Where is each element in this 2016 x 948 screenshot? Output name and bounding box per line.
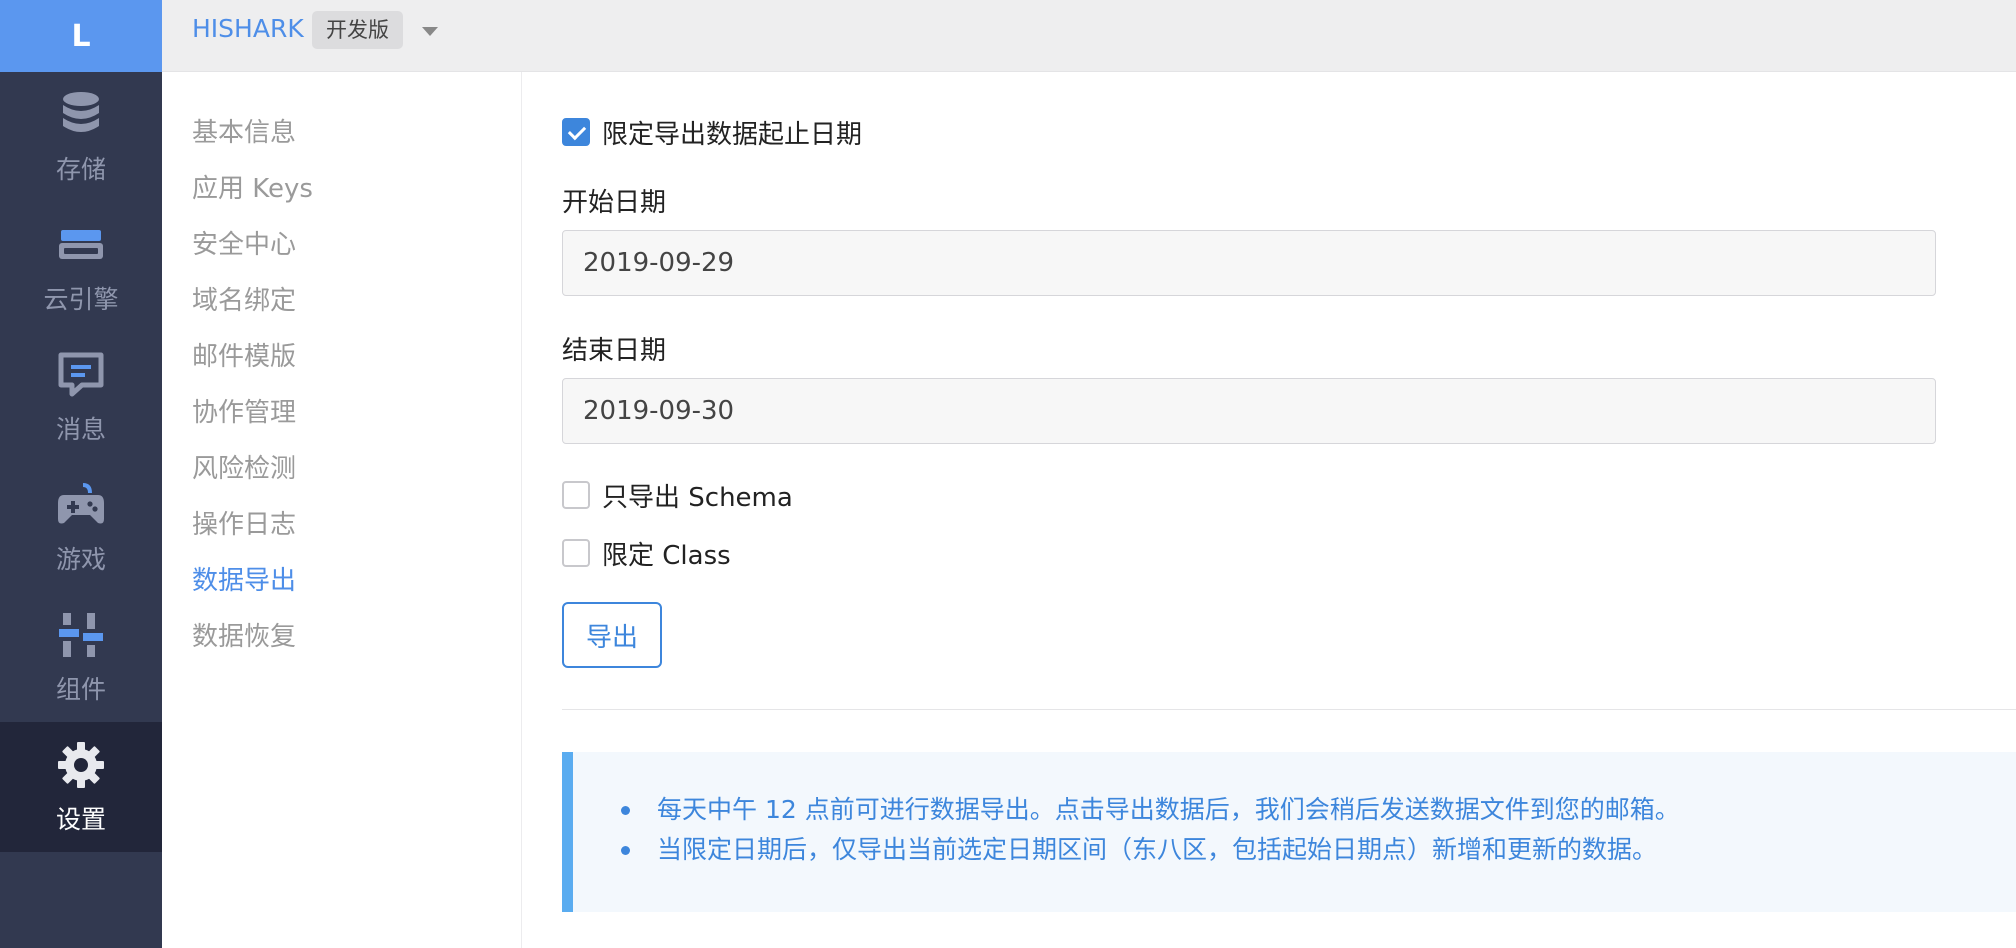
limit-class-label[interactable]: 限定 Class	[602, 535, 731, 572]
rail-item-label: 游戏	[55, 545, 106, 574]
database-icon	[56, 90, 106, 140]
app-rail: L 存储 云引擎 消息 游戏 组件 设置	[0, 0, 162, 948]
env-badge: 开发版	[312, 11, 403, 49]
gamepad-icon	[56, 480, 106, 530]
gear-icon	[56, 740, 106, 790]
start-date-label: 开始日期	[562, 188, 667, 218]
rail-item-label: 存储	[55, 155, 106, 184]
rail-item-storage[interactable]: 存储	[0, 72, 162, 202]
start-date-input[interactable]	[562, 230, 1936, 296]
rail-item-label: 设置	[55, 805, 106, 834]
subnav-item-data-export[interactable]: 数据导出	[192, 560, 296, 597]
server-icon	[56, 220, 106, 270]
app-logo[interactable]: L	[0, 0, 162, 72]
subnav-item-app-keys[interactable]: 应用 Keys	[192, 168, 313, 205]
rail-item-messages[interactable]: 消息	[0, 332, 162, 462]
chevron-down-icon[interactable]	[422, 27, 438, 36]
notice-item: 每天中午 12 点前可进行数据导出。点击导出数据后，我们会稍后发送数据文件到您的…	[621, 790, 1680, 830]
app-name[interactable]: HISHARK	[192, 14, 304, 43]
divider	[562, 709, 2016, 710]
subnav-item-risk-detection[interactable]: 风险检测	[192, 448, 296, 485]
rail-item-label: 消息	[55, 415, 106, 444]
end-date-label: 结束日期	[562, 336, 667, 366]
limit-dates-label[interactable]: 限定导出数据起止日期	[602, 114, 862, 151]
settings-subnav: 基本信息 应用 Keys 安全中心 域名绑定 邮件模版 协作管理 风险检测 操作…	[162, 72, 522, 948]
notice-item: 当限定日期后，仅导出当前选定日期区间（东八区，包括起始日期点）新增和更新的数据。	[621, 830, 1680, 870]
notice-list: 每天中午 12 点前可进行数据导出。点击导出数据后，我们会稍后发送数据文件到您的…	[621, 790, 1680, 870]
subnav-item-basic-info[interactable]: 基本信息	[192, 112, 296, 149]
top-bar: HISHARK 开发版	[162, 0, 2016, 72]
end-date-input[interactable]	[562, 378, 1936, 444]
schema-only-checkbox[interactable]	[562, 481, 590, 509]
export-notice: 每天中午 12 点前可进行数据导出。点击导出数据后，我们会稍后发送数据文件到您的…	[562, 752, 2016, 912]
rail-item-settings[interactable]: 设置	[0, 722, 162, 852]
subnav-item-collaboration[interactable]: 协作管理	[192, 392, 296, 429]
rail-item-games[interactable]: 游戏	[0, 462, 162, 592]
limit-class-checkbox[interactable]	[562, 539, 590, 567]
subnav-item-security[interactable]: 安全中心	[192, 224, 296, 261]
rail-item-engine[interactable]: 云引擎	[0, 202, 162, 332]
subnav-item-domain[interactable]: 域名绑定	[192, 280, 296, 317]
subnav-item-operation-log[interactable]: 操作日志	[192, 504, 296, 541]
data-export-panel: 限定导出数据起止日期 开始日期 结束日期 只导出 Schema 限定 Class…	[522, 72, 2016, 948]
subnav-item-data-restore[interactable]: 数据恢复	[192, 616, 296, 653]
limit-dates-checkbox[interactable]	[562, 118, 590, 146]
components-icon	[56, 610, 106, 660]
export-button[interactable]: 导出	[562, 602, 662, 668]
rail-item-label: 组件	[55, 675, 106, 704]
schema-only-label[interactable]: 只导出 Schema	[602, 477, 793, 514]
message-icon	[56, 350, 106, 400]
rail-item-components[interactable]: 组件	[0, 592, 162, 722]
rail-item-label: 云引擎	[43, 285, 119, 314]
subnav-item-email-templates[interactable]: 邮件模版	[192, 336, 296, 373]
